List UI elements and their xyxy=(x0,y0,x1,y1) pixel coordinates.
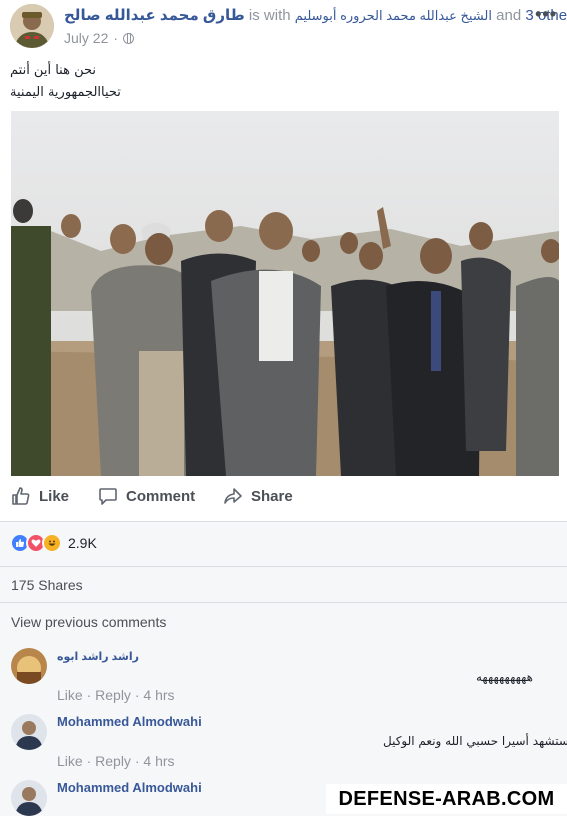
like-button[interactable]: Like xyxy=(11,486,69,506)
globe-icon[interactable] xyxy=(123,32,135,44)
divider xyxy=(0,602,567,603)
comment-time[interactable]: 4 hrs xyxy=(143,687,174,703)
and-label: and xyxy=(496,7,522,24)
share-button[interactable]: Share xyxy=(223,486,293,506)
view-previous-comments-link[interactable]: View previous comments xyxy=(11,614,166,630)
reactions-summary[interactable]: 2.9K xyxy=(10,533,97,553)
commenter-name[interactable]: Mohammed Almodwahi xyxy=(57,780,202,795)
post-header: طارق محمد عبدالله صالح is with الشيخ عبد… xyxy=(0,0,567,56)
commenter-name[interactable]: راشد راشد ابوه xyxy=(57,650,139,663)
meta-separator: · xyxy=(134,753,140,769)
tagged-person-link[interactable]: الشيخ عبدالله محمد الحروره أبوسليم xyxy=(295,8,492,23)
post-text-line-1: نحن هنا أين أنتم xyxy=(10,63,96,78)
comment-meta: Like · Reply · 4 hrs xyxy=(57,687,175,703)
post-header-line: طارق محمد عبدالله صالح is with الشيخ عبد… xyxy=(64,6,567,24)
like-label: Like xyxy=(39,487,70,505)
watermark: DEFENSE-ARAB.COM xyxy=(326,784,567,814)
meta-separator: · xyxy=(134,687,140,703)
post-text-line-2: تحياالجمهورية اليمنية xyxy=(10,85,121,100)
post-text: نحن هنا أين أنتم تحياالجمهورية اليمنية xyxy=(10,60,310,104)
post-photo[interactable] xyxy=(11,111,559,476)
with-label: is with xyxy=(248,7,291,24)
post-action-bar: Like Comment Share xyxy=(0,482,567,514)
author-avatar[interactable] xyxy=(10,4,54,48)
comment-icon xyxy=(99,488,117,505)
commenter-avatar[interactable] xyxy=(11,648,47,684)
reactions-count: 2.9K xyxy=(68,535,97,551)
shares-count-link[interactable]: 175 Shares xyxy=(11,577,83,593)
thumbs-up-icon xyxy=(12,487,30,505)
share-icon xyxy=(224,488,242,504)
comment-button[interactable]: Comment xyxy=(98,486,195,506)
comment-reply-link[interactable]: Reply xyxy=(95,687,131,703)
commenter-name[interactable]: Mohammed Almodwahi xyxy=(57,714,202,729)
comment-label: Comment xyxy=(126,487,196,505)
divider xyxy=(0,566,567,567)
meta-separator: · xyxy=(86,753,92,769)
post-date[interactable]: July 22 xyxy=(64,30,108,46)
comment-like-link[interactable]: Like xyxy=(57,687,83,703)
comment-text: استشهد أسيرا حسبي الله ونعم الوكيل xyxy=(383,734,567,748)
author-name[interactable]: طارق محمد عبدالله صالح xyxy=(64,7,245,24)
comment-time[interactable]: 4 hrs xyxy=(143,753,174,769)
comment-text: هههههههههه xyxy=(476,670,534,684)
haha-reaction-icon xyxy=(42,533,62,553)
comment-like-link[interactable]: Like xyxy=(57,753,83,769)
meta-separator: · xyxy=(113,30,119,46)
comment-meta: Like · Reply · 4 hrs xyxy=(57,753,175,769)
commenter-avatar[interactable] xyxy=(11,714,47,750)
comment-reply-link[interactable]: Reply xyxy=(95,753,131,769)
divider xyxy=(0,521,567,522)
commenter-avatar[interactable] xyxy=(11,780,47,816)
meta-separator: · xyxy=(86,687,92,703)
post-meta: July 22 · xyxy=(64,30,135,46)
more-options-icon[interactable]: ••• xyxy=(535,4,557,25)
share-label: Share xyxy=(251,487,293,505)
